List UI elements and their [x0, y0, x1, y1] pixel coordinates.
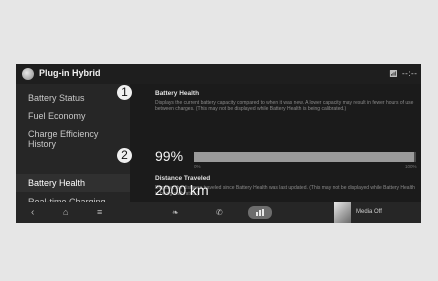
sidebar-item-battery-health[interactable]: Battery Health	[28, 178, 85, 188]
callout-1: 1	[117, 85, 132, 100]
media-status[interactable]: Media Off	[356, 209, 382, 215]
bar-min-label: 0%	[194, 164, 201, 169]
page-title: Plug-in Hybrid	[39, 68, 101, 78]
sidebar-item-fuel-economy[interactable]: Fuel Economy	[28, 111, 86, 121]
battery-health-bar	[194, 152, 416, 162]
infotainment-screen: Plug-in Hybrid 📶︎ --:-- Battery Status F…	[16, 64, 421, 223]
title-bar: Plug-in Hybrid 📶︎ --:--	[16, 64, 421, 84]
stats-icon	[256, 209, 264, 216]
sidebar-item-charge-efficiency-history[interactable]: Charge Efficiency History	[28, 129, 128, 149]
distance-value: 2000 km	[155, 182, 209, 198]
sidebar: Battery Status Fuel Economy Charge Effic…	[16, 84, 130, 215]
battery-health-description: Displays the current battery capacity co…	[155, 100, 414, 112]
menu-icon[interactable]: ≡	[97, 207, 102, 217]
clock: --:--	[402, 69, 418, 78]
app-icon	[22, 68, 34, 80]
battery-health-value: 99%	[155, 148, 184, 164]
phone-icon[interactable]: ✆	[216, 208, 223, 217]
battery-health-bar-fill	[194, 152, 414, 162]
climate-icon[interactable]: ❧	[172, 208, 179, 217]
distance-title: Distance Traveled	[155, 175, 211, 182]
callout-2: 2	[117, 148, 132, 163]
media-thumbnail[interactable]	[334, 202, 351, 223]
sidebar-item-battery-status[interactable]: Battery Status	[28, 93, 85, 103]
back-icon[interactable]: ‹	[31, 207, 34, 218]
home-icon[interactable]: ⌂	[63, 207, 68, 217]
bar-max-label: 100%	[405, 164, 417, 169]
battery-health-title: Battery Health	[155, 90, 200, 97]
stats-button[interactable]	[248, 206, 272, 219]
signal-icon: 📶︎	[389, 71, 398, 78]
bottom-nav-bar: ‹ ⌂ ≡ ❧ ✆ Media Off	[16, 202, 421, 223]
